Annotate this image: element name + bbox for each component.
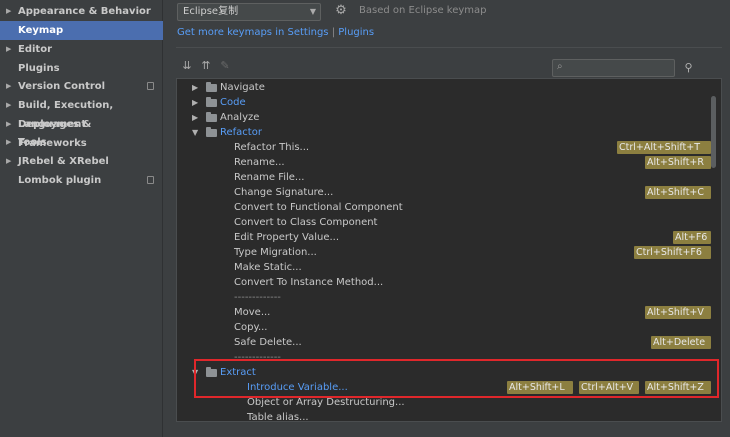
based-on-text: Based on Eclipse keymap — [359, 5, 487, 16]
tree-row-label: Safe Delete... — [234, 337, 302, 348]
tree-row-label: Edit Property Value... — [234, 232, 340, 243]
shortcut-badge: Alt+Delete — [651, 336, 711, 349]
shortcut-badge: Ctrl+Alt+Shift+T — [617, 141, 711, 154]
folder-icon — [206, 112, 217, 122]
tree-action[interactable]: Convert To Instance Method... — [177, 275, 721, 290]
shortcut-badge: Alt+Shift+V — [645, 306, 711, 319]
sidebar-item[interactable]: Keymap — [0, 21, 163, 40]
tree-action[interactable]: Convert to Functional Component — [177, 200, 721, 215]
more-keymaps-line: Get more keymaps in Settings | Plugins — [177, 27, 374, 38]
chevron-right-icon[interactable]: ▶ — [6, 40, 11, 59]
tree-action[interactable]: Change Signature... Alt+Shift+C — [177, 185, 721, 200]
chevron-right-icon[interactable]: ▶ — [192, 80, 198, 95]
chevron-right-icon[interactable]: ▶ — [6, 2, 11, 21]
gear-icon[interactable]: ⚙ — [334, 4, 348, 18]
sidebar-item[interactable]: ▶ Version Control — [0, 77, 163, 96]
tree-action[interactable]: Type Migration... Ctrl+Shift+F6 — [177, 245, 721, 260]
tree-row-label: Convert to Class Component — [234, 217, 378, 228]
collapse-all-icon[interactable]: ⇈ — [200, 60, 212, 72]
chevron-down-icon[interactable]: ▼ — [192, 125, 198, 140]
keymap-dropdown[interactable]: Eclipse复制 ▼ — [177, 3, 321, 21]
tree-row-label: Make Static... — [234, 262, 302, 273]
annotation-highlight-box — [194, 359, 719, 398]
tree-row-label: Code — [220, 97, 246, 108]
keymap-dropdown-value: Eclipse复制 — [183, 6, 239, 17]
chevron-right-icon[interactable]: ▶ — [192, 95, 198, 110]
tree-action[interactable]: Rename... Alt+Shift+R — [177, 155, 721, 170]
sidebar-item[interactable]: ▶ Appearance & Behavior — [0, 2, 163, 21]
tree-action[interactable]: Table alias... — [177, 410, 721, 422]
find-by-shortcut-icon[interactable]: ⚲ — [682, 61, 695, 74]
shortcut-badge: Alt+Shift+R — [645, 156, 711, 169]
tree-action[interactable]: Safe Delete... Alt+Delete — [177, 335, 721, 350]
expand-all-icon[interactable]: ⇊ — [181, 60, 193, 72]
tree-separator: ------------- — [177, 290, 721, 305]
tree-action[interactable]: Rename File... — [177, 170, 721, 185]
folder-icon — [206, 97, 217, 107]
sidebar-item-label: Tools — [18, 137, 47, 148]
sidebar-item-label: Appearance & Behavior — [18, 6, 151, 17]
folder-icon — [206, 127, 217, 137]
chevron-right-icon[interactable]: ▶ — [192, 110, 198, 125]
sidebar-item[interactable]: ▶ JRebel & XRebel — [0, 152, 163, 171]
tree-row-label: Convert to Functional Component — [234, 202, 403, 213]
search-icon: ⌕ — [557, 61, 563, 72]
project-config-icon — [147, 82, 154, 90]
sidebar-item[interactable]: Lombok plugin — [0, 171, 163, 190]
tree-row-label: Refactor — [220, 127, 262, 138]
more-keymaps-link[interactable]: Get more keymaps in Settings — [177, 27, 329, 38]
pencil-icon[interactable]: ✎ — [219, 60, 231, 72]
project-config-icon — [147, 176, 154, 184]
tree-scrollbar[interactable] — [711, 96, 716, 168]
sidebar-item-label: Plugins — [18, 63, 60, 74]
tree-group[interactable]: ▶ Analyze — [177, 110, 721, 125]
tree-row-label: Convert To Instance Method... — [234, 277, 384, 288]
tree-row-label: Table alias... — [247, 412, 309, 422]
chevron-right-icon[interactable]: ▶ — [6, 77, 11, 96]
chevron-right-icon[interactable]: ▶ — [6, 133, 11, 152]
sidebar-item[interactable]: ▶ Build, Execution, Deployment — [0, 96, 163, 130]
tree-action[interactable]: Edit Property Value... Alt+F6 — [177, 230, 721, 245]
tree-row-label: Rename File... — [234, 172, 305, 183]
divider — [176, 47, 722, 48]
link-separator: | — [331, 27, 336, 38]
tree-row-label: Copy... — [234, 322, 268, 333]
tree-action[interactable]: Make Static... — [177, 260, 721, 275]
tree-row-label: ------------- — [234, 292, 281, 303]
folder-icon — [206, 82, 217, 92]
sidebar-item[interactable]: ▶ Tools — [0, 133, 163, 152]
tree-group[interactable]: ▶ Navigate — [177, 80, 721, 95]
tree-row-label: Refactor This... — [234, 142, 310, 153]
sidebar-item[interactable]: Plugins — [0, 59, 163, 78]
tree-action[interactable]: Move... Alt+Shift+V — [177, 305, 721, 320]
shortcut-badge: Ctrl+Shift+F6 — [634, 246, 711, 259]
sidebar-item-label: Editor — [18, 44, 52, 55]
shortcut-badge: Alt+Shift+C — [645, 186, 711, 199]
tree-action[interactable]: Refactor This... Ctrl+Alt+Shift+T — [177, 140, 721, 155]
chevron-right-icon[interactable]: ▶ — [6, 152, 11, 171]
tree-action[interactable]: Convert to Class Component — [177, 215, 721, 230]
tree-group[interactable]: ▼ Refactor — [177, 125, 721, 140]
chevron-right-icon[interactable]: ▶ — [6, 115, 11, 134]
sidebar-item-label: Lombok plugin — [18, 175, 102, 186]
tree-row-label: Rename... — [234, 157, 285, 168]
tree-row-label: Navigate — [220, 82, 265, 93]
sidebar-item[interactable]: ▶ Editor — [0, 40, 163, 59]
sidebar-item-label: JRebel & XRebel — [18, 156, 109, 167]
chevron-down-icon: ▼ — [309, 7, 316, 16]
plugins-link[interactable]: Plugins — [338, 27, 374, 38]
tree-row-label: Type Migration... — [234, 247, 317, 258]
sidebar-item-label: Keymap — [18, 25, 64, 36]
sidebar-item-label: Version Control — [18, 81, 106, 92]
search-input[interactable]: ⌕ — [552, 59, 675, 77]
tree-row-label: Move... — [234, 307, 271, 318]
tree-action[interactable]: Copy... — [177, 320, 721, 335]
shortcut-badge: Alt+F6 — [673, 231, 711, 244]
settings-sidebar: ▶ Appearance & Behavior Keymap ▶ Editor Plugi… — [0, 0, 163, 437]
tree-row-label: Analyze — [220, 112, 260, 123]
tree-row-label: Change Signature... — [234, 187, 334, 198]
chevron-right-icon[interactable]: ▶ — [6, 96, 11, 115]
tree-group[interactable]: ▶ Code — [177, 95, 721, 110]
sidebar-item[interactable]: ▶ Languages & Frameworks — [0, 115, 163, 149]
